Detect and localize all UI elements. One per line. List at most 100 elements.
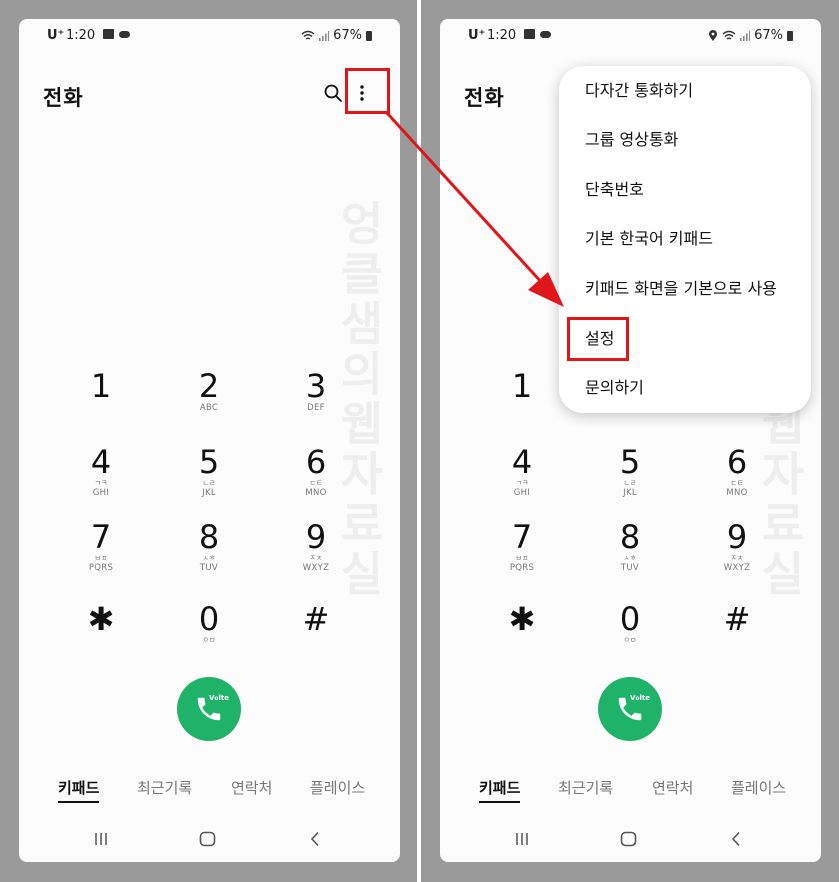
key-0[interactable]: 0 ㅇㅁ [164,602,254,645]
search-button[interactable] [322,82,344,104]
back-icon [310,831,319,847]
home-button[interactable] [199,831,216,851]
call-button[interactable]: Volte [177,677,241,741]
key-korean-letters: ㅈㅊ [309,554,323,562]
cloud-icon [119,31,130,38]
key-digit: 9 [726,518,748,556]
screenshot-divider [417,0,421,882]
bottom-tabs: 키패드 최근기록 연락처 플레이스 [19,777,400,807]
key-6[interactable]: 6 ㄷㅌ MNO [271,445,361,498]
key-korean-letters: ㅈㅊ [730,554,744,562]
key-5[interactable]: 5 ㄴㄹ JKL [164,445,254,498]
tab-contacts[interactable]: 연락처 [652,777,693,798]
key-1[interactable]: 1 [477,369,567,403]
key-1[interactable]: 1 [56,369,146,403]
key-latin-letters: TUV [620,563,640,573]
key-korean-letters: ㄱㅋ [94,479,108,487]
key-digit: 8 [619,518,641,556]
battery-icon [787,30,793,41]
key-latin-letters: JKL [202,488,216,498]
key-5[interactable]: 5 ㄴㄹ JKL [585,445,675,498]
tab-places[interactable]: 플레이스 [310,777,365,798]
key-digit: 0 [198,600,220,638]
tab-recent[interactable]: 최근기록 [558,777,613,798]
key-4[interactable]: 4 ㄱㅋ GHI [477,445,567,498]
battery-percent: 67% [333,28,362,43]
clock: 1:20 [66,28,96,43]
key-hash[interactable]: # [271,602,361,636]
key-star[interactable]: ✱ [56,602,146,636]
menu-item-default-keypad-screen[interactable]: 키패드 화면을 기본으로 사용 [585,279,777,299]
status-bar: U⁺ 1:20 67% [19,28,400,44]
key-digit: 0 [619,600,641,638]
home-icon [199,831,216,847]
recent-apps-icon [95,833,107,845]
key-8[interactable]: 8 ㅅㅎ TUV [164,520,254,573]
menu-item-group-video-call[interactable]: 그룹 영상통화 [585,130,678,150]
key-7[interactable]: 7 ㅂㅍ PQRS [56,520,146,573]
key-latin-letters: WXYZ [302,563,330,573]
status-bar: U⁺ 1:20 67% [440,28,821,44]
wifi-icon [722,30,736,40]
key-korean-letters: ㄱㅋ [515,479,529,487]
tab-keypad[interactable]: 키패드 [58,777,100,803]
carrier-label: U⁺ [47,28,65,43]
key-digit: 1 [90,367,112,405]
key-digit: 4 [90,443,112,481]
key-digit: ✱ [508,600,536,638]
recent-apps-icon [516,833,528,845]
highlight-more-button [345,68,390,114]
key-digit: 5 [619,443,641,481]
back-button[interactable] [309,831,321,851]
tab-contacts[interactable]: 연락처 [231,777,272,798]
key-korean-letters: ㅂㅍ [515,554,529,562]
gallery-icon [524,29,535,39]
system-icons: 67% [708,28,793,43]
tab-places[interactable]: 플레이스 [731,777,786,798]
key-digit: 3 [305,367,327,405]
key-digit: 2 [198,367,220,405]
key-6[interactable]: 6 ㄷㅌ MNO [692,445,782,498]
key-hash[interactable]: # [692,602,782,636]
key-9[interactable]: 9 ㅈㅊ WXYZ [271,520,361,573]
menu-item-korean-keypad[interactable]: 기본 한국어 키패드 [585,229,713,249]
signal-icon [319,30,330,41]
home-button[interactable] [620,831,637,851]
key-latin-letters: PQRS [88,563,114,573]
key-latin-letters: MNO [305,488,327,498]
menu-item-speed-dial[interactable]: 단축번호 [585,180,644,200]
back-button[interactable] [730,831,742,851]
key-0[interactable]: 0 ㅇㅁ [585,602,675,645]
key-7[interactable]: 7 ㅂㅍ PQRS [477,520,567,573]
tab-keypad[interactable]: 키패드 [479,777,521,803]
key-latin-letters: GHI [513,488,531,498]
call-button[interactable]: Volte [598,677,662,741]
key-korean-letters: ㅂㅍ [94,554,108,562]
recent-apps-button[interactable] [514,831,530,851]
key-digit: 8 [198,518,220,556]
key-star[interactable]: ✱ [477,602,567,636]
cloud-icon [540,31,551,38]
navigation-bar [19,831,400,855]
signal-icon [740,30,751,41]
key-korean-letters: ㄴㄹ [202,479,216,487]
recent-apps-button[interactable] [93,831,109,851]
key-korean-letters: ㄴㄹ [623,479,637,487]
key-8[interactable]: 8 ㅅㅎ TUV [585,520,675,573]
key-9[interactable]: 9 ㅈㅊ WXYZ [692,520,782,573]
key-3[interactable]: 3DEF [271,369,361,413]
battery-icon [366,30,372,41]
menu-item-conference-call[interactable]: 다자간 통화하기 [585,81,693,101]
key-latin-letters: DEF [307,403,325,413]
key-4[interactable]: 4 ㄱㅋ GHI [56,445,146,498]
key-digit: 5 [198,443,220,481]
key-korean-letters: ㅅㅎ [623,554,637,562]
page-title: 전화 [464,86,505,110]
battery-percent: 67% [754,28,783,43]
key-2[interactable]: 2ABC [164,369,254,413]
tab-recent[interactable]: 최근기록 [137,777,192,798]
clock: 1:20 [487,28,517,43]
page-title: 전화 [43,86,84,110]
menu-item-contact-us[interactable]: 문의하기 [585,378,644,398]
notification-icons [103,29,130,39]
